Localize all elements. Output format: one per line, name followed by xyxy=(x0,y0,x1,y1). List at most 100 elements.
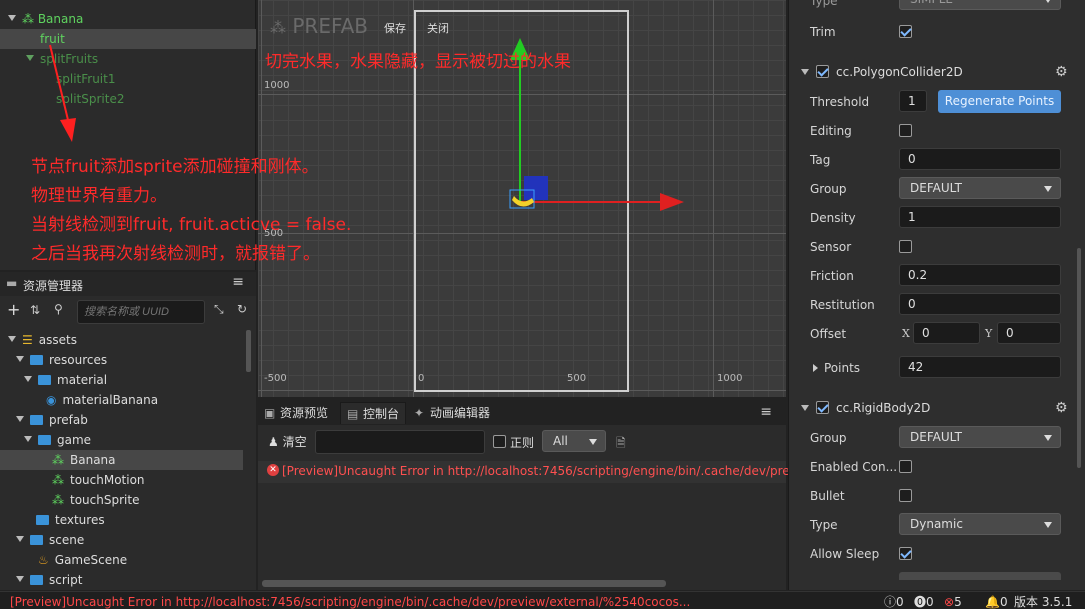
polygon-collider-header[interactable]: cc.PolygonCollider2D ⚙ xyxy=(789,59,1085,85)
allow-sleep-checkbox[interactable] xyxy=(899,547,912,560)
threshold-label: Threshold xyxy=(810,95,870,109)
menu-icon[interactable]: ≡ xyxy=(760,404,772,420)
collapse-icon[interactable]: ⤡ xyxy=(214,302,224,317)
asset-item-assets[interactable]: ☰ assets xyxy=(8,330,77,350)
vertical-scrollbar[interactable] xyxy=(246,330,251,372)
console-filter-input[interactable] xyxy=(315,430,485,454)
asset-item-banana[interactable]: ⁂ Banana xyxy=(0,450,243,470)
grid-line xyxy=(713,0,714,397)
chevron-right-icon xyxy=(813,364,818,372)
asset-item-script[interactable]: script xyxy=(16,570,82,590)
warning-counter[interactable]: ⓿0 xyxy=(914,593,934,609)
restitution-label: Restitution xyxy=(810,298,875,312)
points-expander[interactable]: Points xyxy=(813,361,860,375)
assets-header: ▬ 资源管理器 ≡ xyxy=(0,272,256,296)
prefab-icon: ⁂ xyxy=(270,18,286,37)
folder-icon xyxy=(36,515,49,525)
next-field[interactable] xyxy=(899,572,1061,580)
rigid-group-select[interactable]: DEFAULT xyxy=(899,426,1061,448)
chevron-down-icon[interactable] xyxy=(801,405,809,411)
asset-item-prefab[interactable]: prefab xyxy=(16,410,88,430)
prefab-icon: ⁂ xyxy=(52,473,64,487)
status-error-text[interactable]: [Preview]Uncaught Error in http://localh… xyxy=(10,593,690,609)
folder-icon xyxy=(38,435,51,445)
tab-animation-editor[interactable]: ✦ 动画编辑器 xyxy=(408,402,496,424)
animation-icon: ✦ xyxy=(414,406,425,420)
error-counter[interactable]: ⊗5 xyxy=(944,593,962,609)
tab-asset-preview[interactable]: ▣ 资源预览 xyxy=(258,402,334,424)
offset-y-label: Y xyxy=(985,327,993,340)
version-label: 版本 3.5.1 xyxy=(1014,595,1073,609)
scene-view[interactable]: ⁂ PREFAB 保存 关闭 1000 500 -500 0 500 1000 … xyxy=(258,0,786,397)
node-icon: ⁂ xyxy=(22,12,34,26)
scene-icon: ♨ xyxy=(38,553,49,567)
asset-item-touchsprite[interactable]: ⁂ touchSprite xyxy=(52,490,139,510)
regex-checkbox[interactable] xyxy=(493,435,506,448)
add-icon[interactable]: + xyxy=(7,300,20,319)
points-count-field[interactable]: 42 xyxy=(899,356,1061,378)
hierarchy-item-banana[interactable]: ⁂ Banana xyxy=(8,9,83,29)
asset-item-game[interactable]: game xyxy=(24,430,91,450)
body-type-label: Type xyxy=(810,518,838,532)
asset-item-textures[interactable]: textures xyxy=(36,510,105,530)
notification-counter[interactable]: 🔔0 xyxy=(985,593,1008,609)
asset-search-input[interactable] xyxy=(77,300,205,324)
console-error-row[interactable]: ✕ [Preview]Uncaught Error in http://loca… xyxy=(258,461,860,483)
offset-x-field[interactable]: 0 xyxy=(913,322,980,344)
folder-icon xyxy=(30,535,43,545)
info-counter[interactable]: ⓘ0 xyxy=(884,593,904,609)
sprite-type-select[interactable]: SIMPLE xyxy=(899,0,1061,10)
folder-icon xyxy=(30,575,43,585)
vertical-scrollbar[interactable] xyxy=(1077,248,1081,468)
horizontal-scrollbar[interactable] xyxy=(262,580,666,587)
regenerate-points-button[interactable]: Regenerate Points xyxy=(938,90,1061,113)
restitution-field[interactable]: 0 xyxy=(899,293,1061,315)
close-button[interactable]: 关闭 xyxy=(427,20,449,36)
asset-item-resources[interactable]: resources xyxy=(16,350,107,370)
editing-checkbox[interactable] xyxy=(899,124,912,137)
rigidbody-header[interactable]: cc.RigidBody2D ⚙ xyxy=(789,395,1085,421)
annotation-line-2: 物理世界有重力。 xyxy=(31,186,167,206)
annotation-arrow xyxy=(49,44,76,142)
asset-item-scene[interactable]: scene xyxy=(16,530,84,550)
material-icon: ◉ xyxy=(46,393,57,407)
collider-group-select[interactable]: DEFAULT xyxy=(899,177,1061,199)
rigidbody-enabled-checkbox[interactable] xyxy=(816,401,829,414)
file-icon[interactable]: 🗎 xyxy=(616,434,626,455)
offset-y-field[interactable]: 0 xyxy=(997,322,1061,344)
annotation-line-4: 之后当我再次射线检测时，就报错了。 xyxy=(31,244,320,264)
tab-console[interactable]: ▤ 控制台 xyxy=(340,402,407,424)
error-icon: ⊗ xyxy=(944,595,955,609)
log-level-select[interactable]: All xyxy=(542,430,606,452)
asset-item-material[interactable]: material xyxy=(24,370,107,390)
friction-field[interactable]: 0.2 xyxy=(899,264,1061,286)
chevron-down-icon[interactable] xyxy=(26,55,34,61)
tag-field[interactable]: 0 xyxy=(899,148,1061,170)
chevron-down-icon[interactable] xyxy=(801,69,809,75)
chevron-down-icon[interactable] xyxy=(8,15,16,21)
menu-icon[interactable]: ≡ xyxy=(232,274,244,290)
gear-icon[interactable]: ⚙ xyxy=(1055,59,1068,85)
group-label: Group xyxy=(810,182,847,196)
trim-checkbox[interactable] xyxy=(899,25,912,38)
density-field[interactable]: 1 xyxy=(899,206,1061,228)
asset-item-touchmotion[interactable]: ⁂ touchMotion xyxy=(52,470,145,490)
body-type-select[interactable]: Dynamic xyxy=(899,513,1061,535)
asset-item-gamescene[interactable]: ♨ GameScene xyxy=(38,550,127,570)
gear-icon[interactable]: ⚙ xyxy=(1055,395,1068,421)
sort-icon[interactable]: ⇅ xyxy=(30,303,40,317)
axis-label: 500 xyxy=(567,373,587,384)
axis-label: 0 xyxy=(418,373,425,384)
save-button[interactable]: 保存 xyxy=(384,20,406,36)
bullet-checkbox[interactable] xyxy=(899,489,912,502)
search-icon[interactable]: ⚲ xyxy=(54,302,63,316)
threshold-field[interactable]: 1 xyxy=(899,90,927,112)
polygon-enabled-checkbox[interactable] xyxy=(816,65,829,78)
sensor-checkbox[interactable] xyxy=(899,240,912,253)
hierarchy-item-fruit[interactable]: fruit xyxy=(0,29,256,49)
asset-item-materialbanana[interactable]: ◉ materialBanana xyxy=(46,390,158,410)
rigid-group-label: Group xyxy=(810,431,847,445)
enabled-contact-checkbox[interactable] xyxy=(899,460,912,473)
refresh-icon[interactable]: ↻ xyxy=(237,302,247,316)
clear-button[interactable]: ♟ 清空 xyxy=(268,433,307,450)
